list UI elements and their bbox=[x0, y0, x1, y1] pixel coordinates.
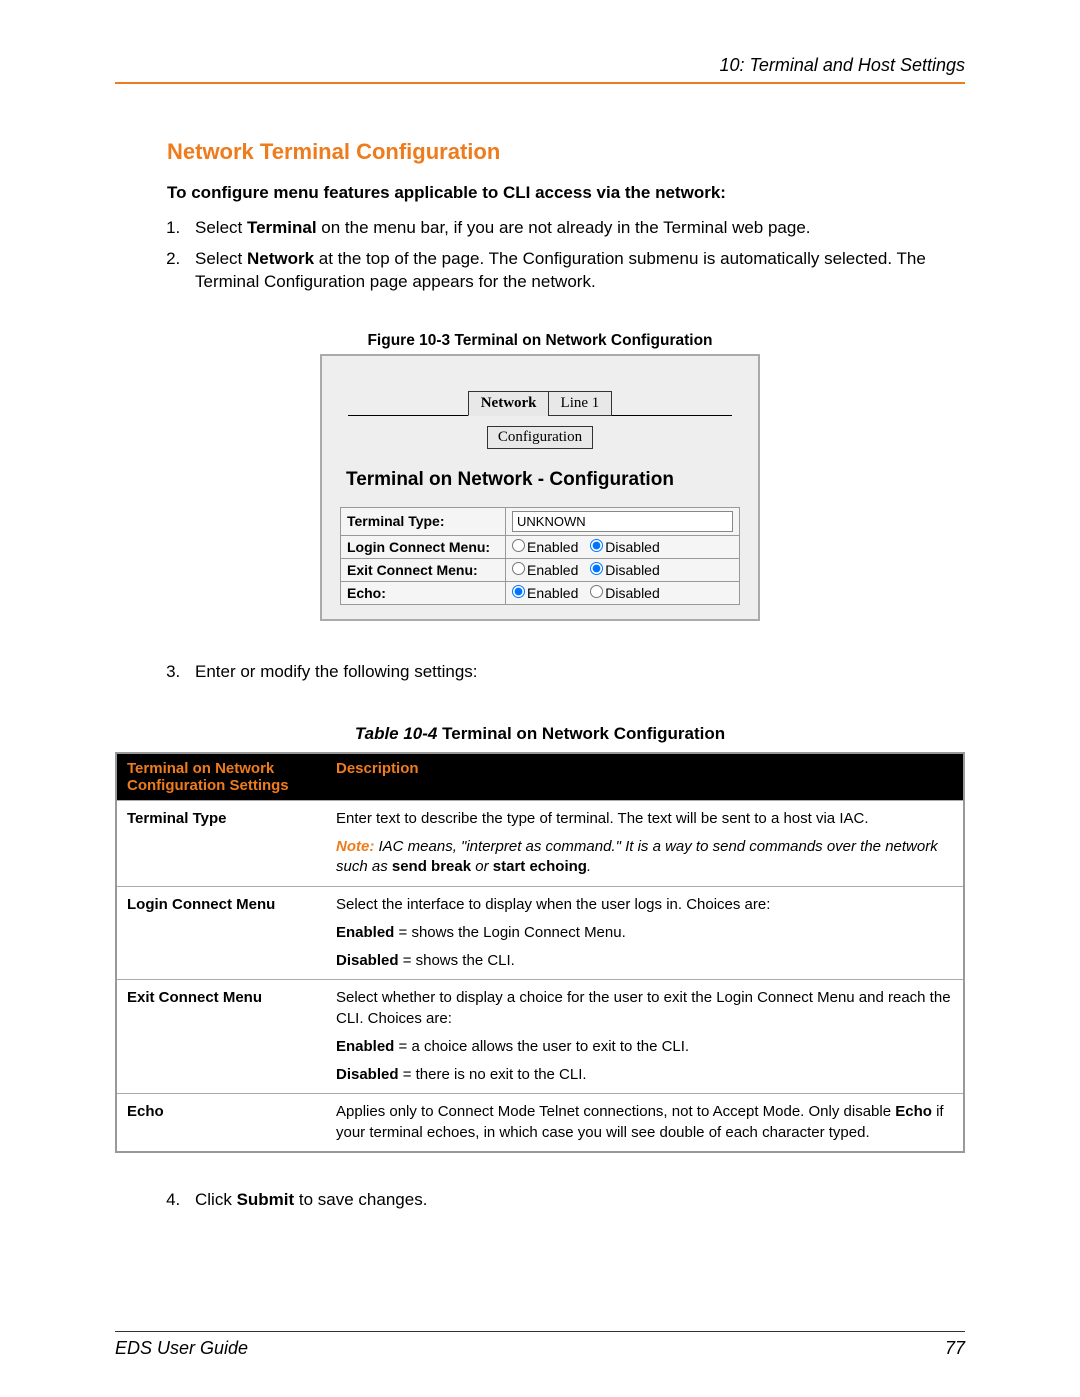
footer-page-number: 77 bbox=[945, 1338, 965, 1359]
step-4: Click Submit to save changes. bbox=[185, 1189, 955, 1212]
row-description: Select the interface to display when the… bbox=[326, 886, 964, 980]
echo-enabled-radio[interactable] bbox=[512, 585, 525, 598]
step-3: Enter or modify the following settings: bbox=[185, 661, 955, 684]
row-label: Exit Connect Menu bbox=[116, 980, 326, 1094]
ecm-enabled-label: Enabled bbox=[527, 562, 578, 578]
footer-guide-name: EDS User Guide bbox=[115, 1338, 248, 1359]
ecm-disabled-radio[interactable] bbox=[590, 562, 603, 575]
login-connect-menu-label: Login Connect Menu: bbox=[341, 535, 506, 558]
row-description: Select whether to display a choice for t… bbox=[326, 980, 964, 1094]
lcm-enabled-radio[interactable] bbox=[512, 539, 525, 552]
echo-label: Echo: bbox=[341, 581, 506, 604]
lcm-enabled-label: Enabled bbox=[527, 539, 578, 555]
row-description: Enter text to describe the type of termi… bbox=[326, 800, 964, 886]
table-row: Login Connect MenuSelect the interface t… bbox=[116, 886, 964, 980]
intro-text: To configure menu features applicable to… bbox=[167, 183, 965, 203]
table-row: EchoApplies only to Connect Mode Telnet … bbox=[116, 1094, 964, 1152]
echo-enabled-label: Enabled bbox=[527, 585, 578, 601]
top-rule bbox=[115, 82, 965, 84]
step-1: Select Terminal on the menu bar, if you … bbox=[185, 217, 955, 240]
steps-list-final: Click Submit to save changes. bbox=[185, 1189, 955, 1212]
exit-connect-menu-label: Exit Connect Menu: bbox=[341, 558, 506, 581]
table-row: Terminal TypeEnter text to describe the … bbox=[116, 800, 964, 886]
subtab-configuration[interactable]: Configuration bbox=[487, 426, 593, 449]
steps-list-continued: Enter or modify the following settings: bbox=[185, 661, 955, 684]
tab-line1[interactable]: Line 1 bbox=[548, 391, 613, 416]
row-label: Terminal Type bbox=[116, 800, 326, 886]
table-row: Exit Connect MenuSelect whether to displ… bbox=[116, 980, 964, 1094]
row-label: Login Connect Menu bbox=[116, 886, 326, 980]
steps-list: Select Terminal on the menu bar, if you … bbox=[185, 217, 955, 294]
th-description: Description bbox=[326, 753, 964, 801]
echo-disabled-radio[interactable] bbox=[590, 585, 603, 598]
footer-rule bbox=[115, 1331, 965, 1332]
th-settings: Terminal on Network Configuration Settin… bbox=[116, 753, 326, 801]
terminal-type-label: Terminal Type: bbox=[341, 507, 506, 535]
lcm-disabled-label: Disabled bbox=[605, 539, 659, 555]
chapter-header: 10: Terminal and Host Settings bbox=[115, 55, 965, 76]
figure-box: NetworkLine 1 Configuration Terminal on … bbox=[320, 354, 760, 621]
page-footer: EDS User Guide 77 bbox=[115, 1331, 965, 1359]
row-description: Applies only to Connect Mode Telnet conn… bbox=[326, 1094, 964, 1152]
ecm-enabled-radio[interactable] bbox=[512, 562, 525, 575]
step-2: Select Network at the top of the page. T… bbox=[185, 248, 955, 294]
figure-table: Terminal Type: Login Connect Menu: Enabl… bbox=[340, 507, 740, 605]
ecm-disabled-label: Disabled bbox=[605, 562, 659, 578]
figure-caption: Figure 10-3 Terminal on Network Configur… bbox=[115, 332, 965, 350]
table-caption: Table 10-4 Terminal on Network Configura… bbox=[115, 724, 965, 744]
settings-table: Terminal on Network Configuration Settin… bbox=[115, 752, 965, 1153]
figure-tabs: NetworkLine 1 bbox=[348, 390, 732, 416]
lcm-disabled-radio[interactable] bbox=[590, 539, 603, 552]
tab-network[interactable]: Network bbox=[468, 391, 550, 416]
row-label: Echo bbox=[116, 1094, 326, 1152]
echo-disabled-label: Disabled bbox=[605, 585, 659, 601]
figure-heading: Terminal on Network - Configuration bbox=[340, 469, 740, 491]
section-title: Network Terminal Configuration bbox=[167, 139, 965, 165]
terminal-type-input[interactable] bbox=[512, 511, 733, 532]
